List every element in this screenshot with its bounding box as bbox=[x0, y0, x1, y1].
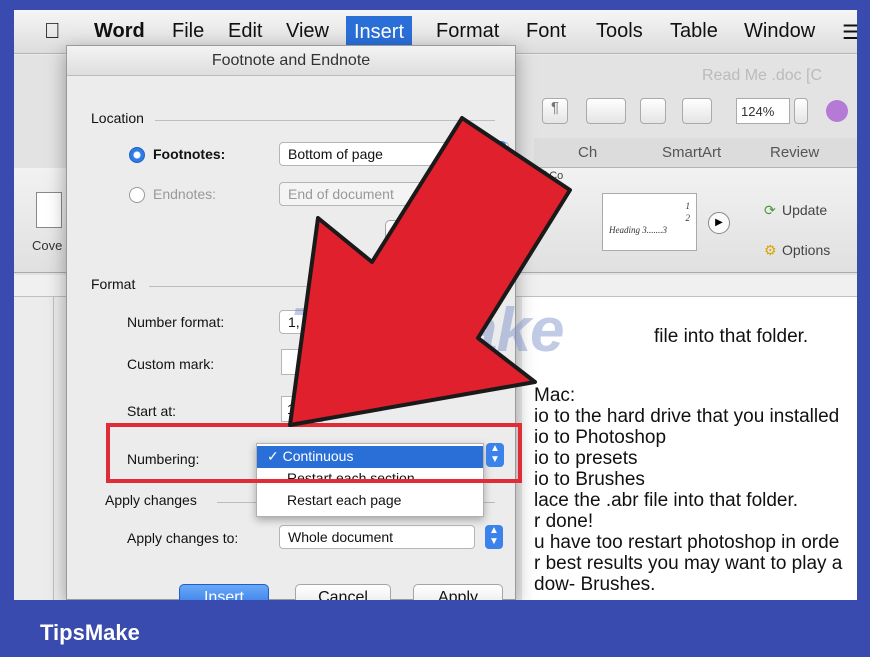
pointer-arrow bbox=[288, 116, 572, 427]
brand-label: TipsMake bbox=[40, 620, 140, 645]
tutorial-frame:  Word File Edit View Insert Format Font… bbox=[0, 0, 870, 657]
arrow-shape bbox=[288, 116, 572, 427]
